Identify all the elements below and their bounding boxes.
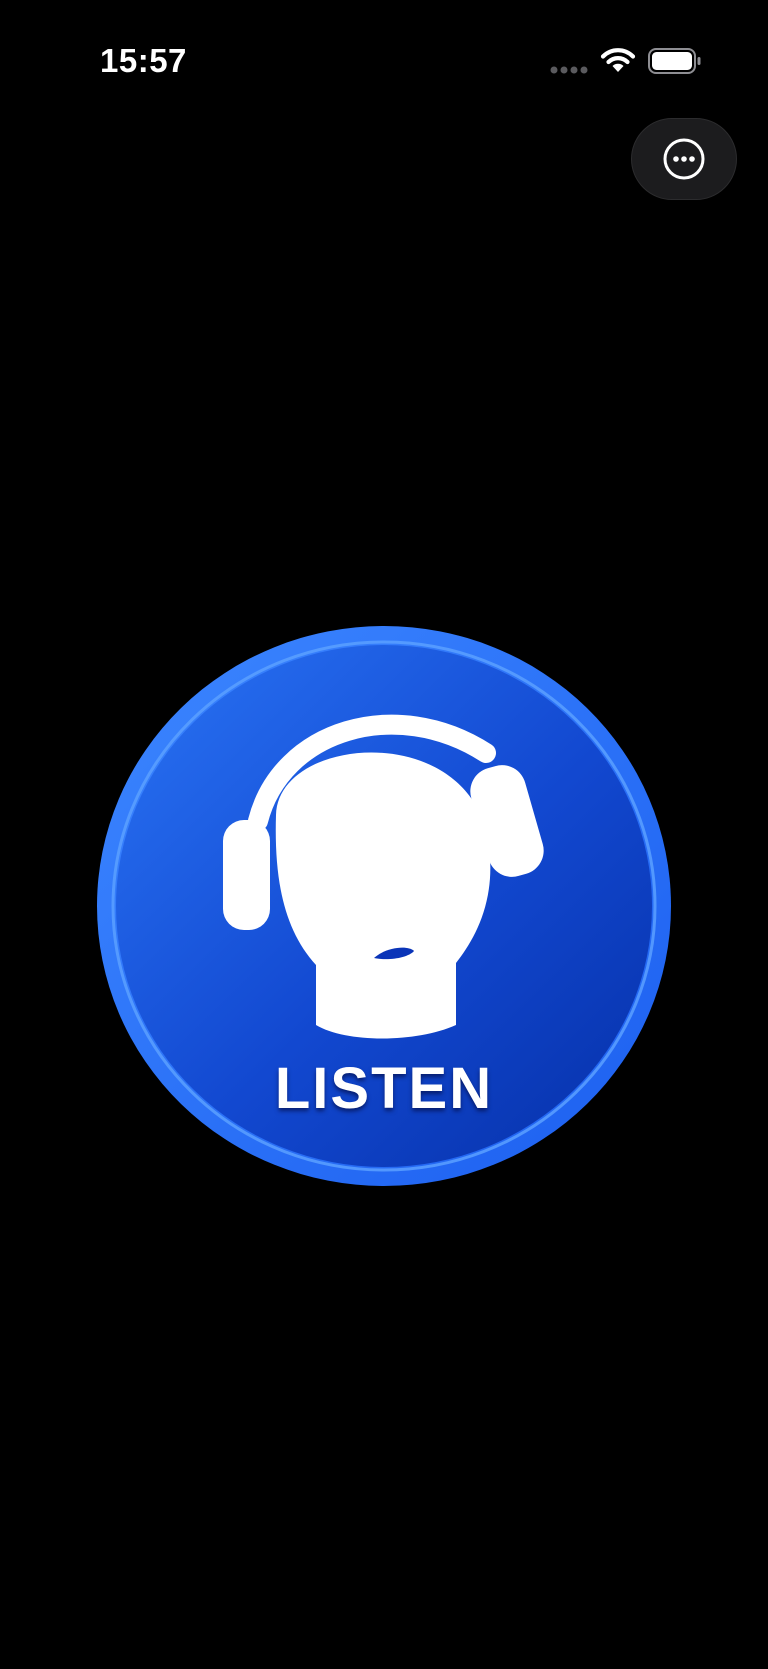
status-time: 15:57 <box>100 42 187 79</box>
listen-label: LISTEN <box>274 1056 494 1121</box>
signal-dots-icon <box>550 66 588 74</box>
listen-button[interactable]: LISTEN <box>96 625 672 1187</box>
ellipsis-circle-icon <box>663 138 705 180</box>
status-bar: 15:57 <box>0 0 768 110</box>
battery-icon <box>648 48 701 74</box>
more-options-button[interactable] <box>631 118 737 200</box>
wifi-icon <box>600 48 636 72</box>
